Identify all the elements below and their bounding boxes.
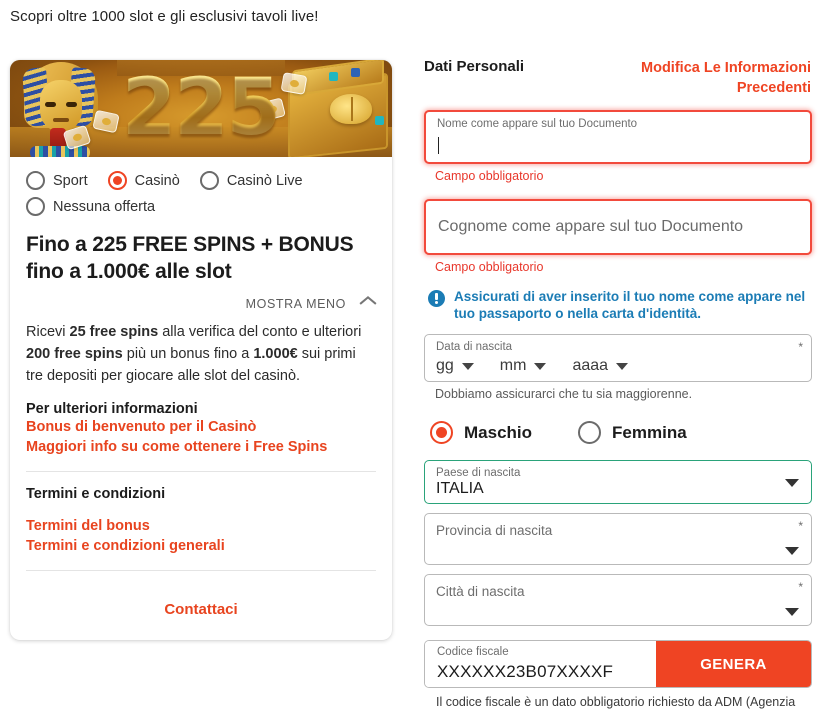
pharaoh-icon xyxy=(18,62,104,157)
radio-icon xyxy=(26,197,45,216)
first-name-error: Campo obbligatorio xyxy=(435,169,544,183)
required-marker: * xyxy=(798,519,803,533)
link-termini-generali[interactable]: Termini e condizioni generali xyxy=(26,536,376,556)
gender-option-male[interactable]: Maschio xyxy=(430,421,532,444)
promo-headline: Fino a 225 FREE SPINS + BONUS fino a 1.0… xyxy=(26,233,354,283)
show-less-toggle[interactable]: MOSTRA MENO xyxy=(10,285,392,321)
desc-part: Ricevi xyxy=(26,324,70,340)
country-label: Paese di nascita xyxy=(436,467,521,479)
name-notice: Assicurati di aver inserito il tuo nome … xyxy=(428,288,812,322)
link-free-spins-info[interactable]: Maggiori info su come ottenere i Free Sp… xyxy=(10,437,392,457)
last-name-field: Cognome come appare sul tuo Documento Ca… xyxy=(424,199,812,274)
form-header: Dati Personali Modifica Le Informazioni … xyxy=(424,58,811,98)
birth-month-select[interactable]: mm xyxy=(500,357,547,375)
edit-previous-info-link[interactable]: Modifica Le Informazioni Precedenti xyxy=(625,58,811,98)
birth-date-label: Data di nascita xyxy=(436,341,513,353)
province-label: Provincia di nascita xyxy=(436,523,553,538)
chevron-down-icon xyxy=(461,362,474,370)
gender-label: Maschio xyxy=(464,422,533,442)
offer-option-casino[interactable]: Casinò xyxy=(107,171,180,190)
chevron-up-icon xyxy=(360,299,376,309)
country-value: ITALIA xyxy=(436,480,484,497)
chevron-down-icon xyxy=(785,547,799,555)
fiscal-code-label: Codice fiscale xyxy=(437,646,509,658)
city-select[interactable]: Città di nascita * xyxy=(424,574,812,626)
offer-option-casino-live[interactable]: Casinò Live xyxy=(199,171,303,190)
birth-month-value: mm xyxy=(499,357,527,374)
birth-day-select[interactable]: gg xyxy=(436,357,474,375)
form-column: Dati Personali Modifica Le Informazioni … xyxy=(410,0,821,720)
last-name-error: Campo obbligatorio xyxy=(435,260,544,274)
chevron-down-icon xyxy=(785,479,799,487)
desc-part: più un bonus fino a xyxy=(122,346,254,362)
offer-label: Casinò Live xyxy=(226,172,303,189)
birth-year-value: aaaa xyxy=(572,357,609,374)
link-termini-bonus[interactable]: Termini del bonus xyxy=(26,516,376,536)
fiscal-code-value: XXXXXX23B07XXXXF xyxy=(437,662,614,681)
terms-title: Termini e condizioni xyxy=(26,486,166,502)
personal-data-form: Nome come appare sul tuo Documento Campo… xyxy=(424,110,812,711)
birth-date-hint: Dobbiamo assicurarci che tu sia maggiore… xyxy=(435,387,693,401)
desc-part: alla verifica del conto e ulteriori xyxy=(158,324,362,340)
promo-card: 225 Sport Casinò Casinò Live Nessuna off… xyxy=(10,60,392,640)
fiscal-code-input[interactable]: Codice fiscale XXXXXX23B07XXXXF xyxy=(425,641,656,687)
radio-selected-icon xyxy=(430,421,453,444)
promo-description: Ricevi 25 free spins alla verifica del c… xyxy=(10,321,392,387)
country-select[interactable]: Paese di nascita ITALIA xyxy=(424,460,812,504)
page-tagline: Scopri oltre 1000 slot e gli esclusivi t… xyxy=(10,8,319,25)
link-bonus-benvenuto[interactable]: Bonus di benvenuto per il Casinò xyxy=(10,417,392,437)
offer-option-none[interactable]: Nessuna offerta xyxy=(26,197,155,216)
first-name-field: Nome come appare sul tuo Documento Campo… xyxy=(424,110,812,183)
offer-selector: Sport Casinò Casinò Live Nessuna offerta xyxy=(10,157,392,227)
desc-part-bold: 200 free spins xyxy=(26,346,123,362)
offer-label: Sport xyxy=(53,172,88,189)
notice-text: Assicurati di aver inserito il tuo nome … xyxy=(454,289,806,321)
birth-day-value: gg xyxy=(436,357,454,374)
desc-part-bold: 25 free spins xyxy=(69,324,159,340)
radio-icon xyxy=(199,171,219,190)
province-select[interactable]: Provincia di nascita * xyxy=(424,513,812,565)
coin-icon xyxy=(280,72,308,95)
promo-column: Scopri oltre 1000 slot e gli esclusivi t… xyxy=(0,0,410,720)
generate-fiscal-code-button[interactable]: GENERA xyxy=(656,641,811,687)
first-name-label: Nome come appare sul tuo Documento xyxy=(437,118,638,130)
desc-part-bold: 1.000€ xyxy=(253,346,298,362)
first-name-input[interactable]: Nome come appare sul tuo Documento xyxy=(424,110,812,164)
divider xyxy=(26,471,376,472)
required-marker: * xyxy=(798,580,803,594)
birth-year-select[interactable]: aaaa xyxy=(572,357,629,375)
birth-date-field: Data di nascita * gg mm aaaa Dobbiamo as… xyxy=(424,334,812,401)
gender-selector: Maschio Femmina xyxy=(430,421,812,444)
registration-page: Scopri oltre 1000 slot e gli esclusivi t… xyxy=(0,0,821,720)
last-name-placeholder: Cognome come appare sul tuo Documento xyxy=(438,218,744,235)
contact-link[interactable]: Contattaci xyxy=(10,585,392,640)
offer-label: Nessuna offerta xyxy=(53,198,156,215)
fiscal-code-note: Il codice fiscale è un dato obbligatorio… xyxy=(436,695,796,709)
last-name-input[interactable]: Cognome come appare sul tuo Documento xyxy=(424,199,812,255)
banner-number: 225 xyxy=(122,63,281,153)
fiscal-code-row: Codice fiscale XXXXXX23B07XXXXF GENERA xyxy=(424,640,812,688)
divider xyxy=(26,570,376,571)
radio-icon xyxy=(26,171,45,190)
radio-selected-icon xyxy=(107,171,127,190)
city-label: Città di nascita xyxy=(436,584,525,599)
birth-date-group[interactable]: Data di nascita * gg mm aaaa xyxy=(424,334,812,382)
text-caret xyxy=(438,137,439,154)
info-icon xyxy=(428,290,445,307)
page-title: Dati Personali xyxy=(424,58,525,75)
required-marker: * xyxy=(798,340,803,354)
gender-option-female[interactable]: Femmina xyxy=(578,421,687,444)
chevron-down-icon xyxy=(616,362,629,370)
show-less-label: MOSTRA MENO xyxy=(245,297,346,311)
egyptian-slot-banner: 225 xyxy=(10,60,392,157)
chevron-down-icon xyxy=(534,362,547,370)
radio-icon xyxy=(578,421,602,444)
chevron-down-icon xyxy=(785,608,799,616)
offer-option-sport[interactable]: Sport xyxy=(26,171,88,190)
offer-label: Casinò xyxy=(134,172,180,189)
more-info-title: Per ulteriori informazioni xyxy=(26,401,198,417)
gender-label: Femmina xyxy=(612,422,687,442)
scarab-icon xyxy=(330,94,372,124)
